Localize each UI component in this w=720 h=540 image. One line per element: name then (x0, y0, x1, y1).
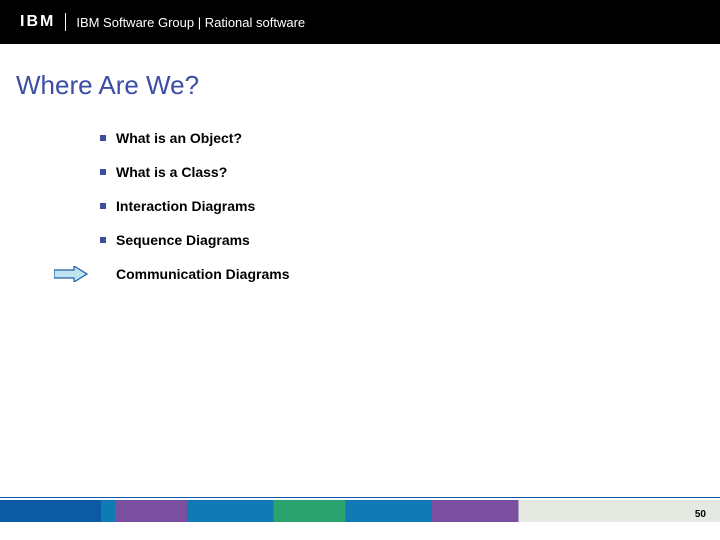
bullet-icon (100, 169, 106, 175)
current-arrow-icon (54, 131, 88, 145)
bullet-icon (100, 237, 106, 243)
footer-graphic (0, 500, 720, 522)
footer: 50 (0, 494, 720, 522)
ibm-logo: IBM (20, 13, 55, 31)
bullet-icon (100, 135, 106, 141)
list-item: What is an Object? (100, 130, 289, 146)
list-item: Interaction Diagrams (100, 198, 289, 214)
current-arrow-icon (54, 165, 88, 179)
slide: IBM IBM Software Group | Rational softwa… (0, 0, 720, 540)
header-title: IBM Software Group | Rational software (76, 15, 305, 30)
header-bar: IBM IBM Software Group | Rational softwa… (0, 0, 720, 44)
current-arrow-icon (54, 233, 88, 247)
list-item: Sequence Diagrams (100, 232, 289, 248)
slide-title: Where Are We? (16, 70, 199, 101)
list-item-label: What is an Object? (116, 130, 242, 146)
bullet-icon (100, 203, 106, 209)
current-arrow-icon (54, 199, 88, 213)
list-item: What is a Class? (100, 164, 289, 180)
footer-rule (0, 497, 720, 498)
page-number: 50 (695, 509, 706, 520)
header-divider (65, 13, 66, 31)
list-item-label: Sequence Diagrams (116, 232, 250, 248)
list-item: Communication Diagrams (100, 266, 289, 282)
agenda-list: What is an Object? What is a Class? Inte… (100, 130, 289, 300)
list-item-label: What is a Class? (116, 164, 227, 180)
list-item-label: Communication Diagrams (116, 266, 289, 282)
current-arrow-icon (54, 267, 88, 281)
list-item-label: Interaction Diagrams (116, 198, 255, 214)
